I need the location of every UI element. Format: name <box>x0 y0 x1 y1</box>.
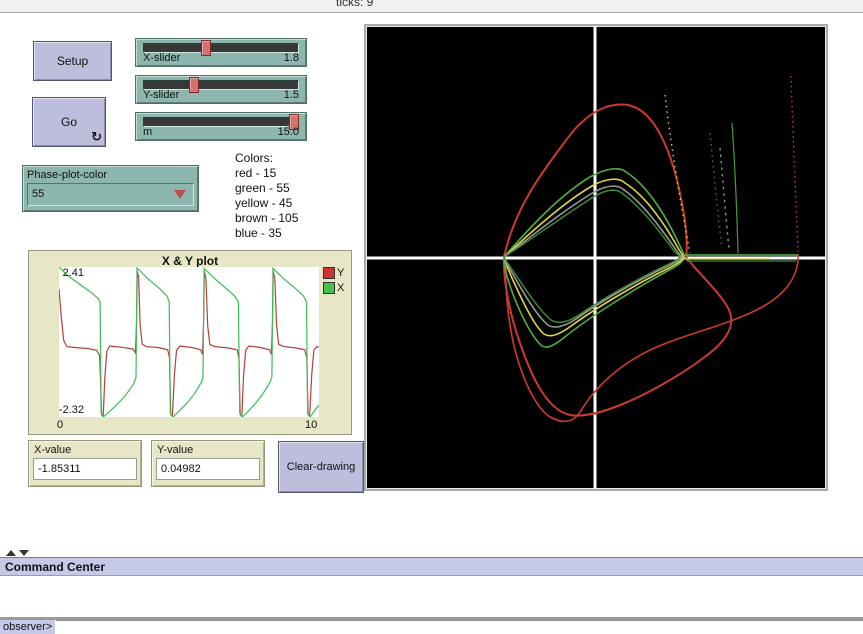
note-line: blue - 35 <box>235 226 298 241</box>
ticks-counter: ticks: 9 <box>336 0 373 9</box>
xy-plot-widget: X & Y plot 2.41 -2.32 0 10 Y X <box>28 250 352 435</box>
slider-value: 1.8 <box>284 52 299 64</box>
trail-green-solid <box>732 123 738 253</box>
plot-ymax-label: 2.41 <box>63 267 84 279</box>
chooser-label: Phase-plot-color <box>27 169 107 181</box>
y-slider[interactable]: Y-slider 1.5 <box>135 75 307 104</box>
legend-swatch-y <box>323 267 335 279</box>
plot-xmin-label: 0 <box>57 419 63 431</box>
command-center-splitter[interactable] <box>0 548 863 557</box>
colors-note: Colors: red - 15 green - 55 yellow - 45 … <box>235 151 298 241</box>
x-value-monitor: X-value -1.85311 <box>28 440 142 487</box>
plot-lines <box>59 267 319 417</box>
phase-portrait-canvas <box>366 26 826 489</box>
slider-value: 15.0 <box>278 126 299 138</box>
go-button[interactable]: Go ↻ <box>32 97 106 147</box>
note-line: red - 15 <box>235 166 298 181</box>
note-line: green - 55 <box>235 181 298 196</box>
legend-swatch-x <box>323 282 335 294</box>
note-title: Colors: <box>235 151 298 166</box>
monitor-label: Y-value <box>157 444 193 456</box>
note-line: brown - 105 <box>235 211 298 226</box>
legend-label-x: X <box>337 282 344 294</box>
plot-canvas <box>59 267 319 417</box>
monitor-label: X-value <box>34 444 71 456</box>
y-value-monitor: Y-value 0.04982 <box>151 440 265 487</box>
note-line: yellow - 45 <box>235 196 298 211</box>
command-input[interactable] <box>56 620 863 634</box>
chooser-dropdown[interactable]: 55 <box>27 183 194 206</box>
top-toolbar-strip: ticks: 9 <box>0 0 863 13</box>
trail-red-dotted <box>791 76 798 252</box>
monitor-value: -1.85311 <box>33 458 137 480</box>
forever-icon: ↻ <box>91 129 102 145</box>
red-limit-cycle <box>504 104 731 415</box>
netlogo-window: ticks: 9 Setup Go ↻ X-slider 1.8 Y-slide… <box>0 0 863 634</box>
m-slider[interactable]: m 15.0 <box>135 112 307 141</box>
command-center-header: Command Center <box>0 557 863 576</box>
clear-drawing-label: Clear-drawing <box>287 461 355 473</box>
legend-label-y: Y <box>337 267 344 279</box>
command-input-row: observer> <box>0 620 863 634</box>
chevron-down-icon[interactable] <box>174 190 186 199</box>
setup-button-label: Setup <box>57 54 88 68</box>
trail-gray-dashed <box>720 148 729 248</box>
collapse-up-icon[interactable] <box>6 550 16 556</box>
setup-button[interactable]: Setup <box>33 41 112 81</box>
phase-plot-color-chooser[interactable]: Phase-plot-color 55 <box>22 165 199 212</box>
slider-value: 1.5 <box>284 89 299 101</box>
plot-title: X & Y plot <box>29 254 351 268</box>
world-view[interactable] <box>364 24 828 491</box>
slider-label: X-slider <box>143 52 180 64</box>
command-center-output <box>0 577 863 617</box>
slider-label: Y-slider <box>143 89 179 101</box>
collapse-down-icon[interactable] <box>19 550 29 556</box>
monitor-value: 0.04982 <box>156 458 260 480</box>
go-button-label: Go <box>61 115 77 129</box>
plot-ymin-label: -2.32 <box>59 404 84 416</box>
x-slider[interactable]: X-slider 1.8 <box>135 38 307 67</box>
clear-drawing-button[interactable]: Clear-drawing <box>278 441 364 493</box>
slider-label: m <box>143 126 152 138</box>
chooser-value: 55 <box>32 188 44 200</box>
observer-prompt: observer> <box>0 620 55 634</box>
plot-xmax-label: 10 <box>305 419 317 431</box>
